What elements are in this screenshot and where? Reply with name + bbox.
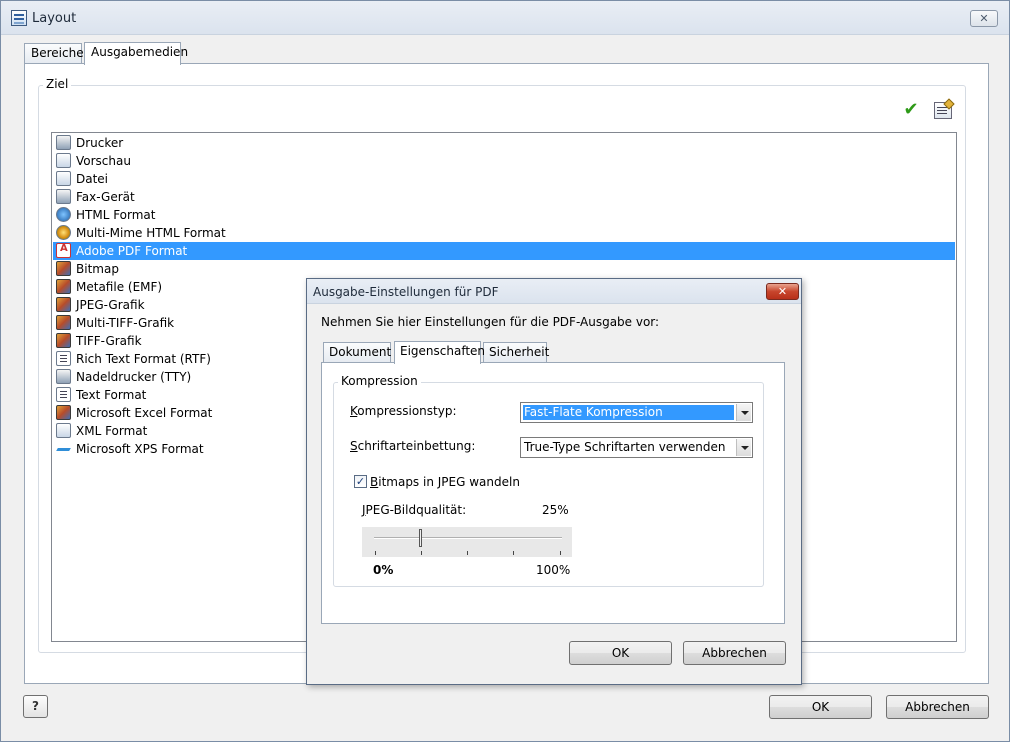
slider-tick — [513, 551, 514, 555]
checkmark-icon[interactable]: ✔ — [901, 100, 921, 120]
list-item-vorschau[interactable]: Vorschau — [53, 152, 955, 170]
list-item-label: XML Format — [76, 424, 148, 438]
bitmaps-jpeg-checkbox[interactable]: ✓ — [354, 475, 367, 488]
slider-max-label: 100% — [536, 563, 571, 577]
list-item-label: Vorschau — [76, 154, 131, 168]
pdf-icon — [56, 243, 71, 258]
slider-tick — [560, 551, 561, 555]
cancel-button[interactable]: Abbrechen — [886, 695, 989, 719]
list-item-label: Datei — [76, 172, 109, 186]
xml-icon — [56, 423, 71, 438]
dialog-cancel-button[interactable]: Abbrechen — [683, 641, 786, 665]
jpeg-quality-slider[interactable] — [362, 527, 572, 557]
layout-app-icon — [11, 10, 27, 26]
preview-icon — [56, 153, 71, 168]
dialog-description: Nehmen Sie hier Einstellungen für die PD… — [321, 315, 660, 329]
jpeg-quality-label: JPEG-Bildqualität: — [362, 503, 467, 517]
list-item-label: TIFF-Grafik — [76, 334, 142, 348]
window-close-button[interactable]: ✕ — [970, 10, 998, 27]
list-item-label: JPEG-Grafik — [76, 298, 145, 312]
list-item-label: Microsoft XPS Format — [76, 442, 204, 456]
list-item-label: Microsoft Excel Format — [76, 406, 213, 420]
dialog-titlebar: Ausgabe-Einstellungen für PDF ✕ — [307, 279, 801, 304]
slider-thumb[interactable] — [419, 529, 423, 547]
target-group-title: Ziel — [43, 77, 72, 91]
properties-icon[interactable] — [934, 102, 952, 119]
list-item-label: Metafile (EMF) — [76, 280, 163, 294]
list-item-multi-mime[interactable]: Multi-Mime HTML Format — [53, 224, 955, 242]
xps-icon — [56, 441, 71, 456]
dialog-ok-button[interactable]: OK — [569, 641, 672, 665]
list-item-label: Adobe PDF Format — [76, 244, 188, 258]
printer-icon — [56, 135, 71, 150]
tab-ausgabemedien[interactable]: Ausgabemedien — [84, 42, 188, 65]
list-item-label: Bitmap — [76, 262, 119, 276]
tiff-icon — [56, 333, 71, 348]
bitmap-icon — [56, 261, 71, 276]
list-item-label: Nadeldrucker (TTY) — [76, 370, 192, 384]
text-icon — [56, 387, 71, 402]
multi-tiff-icon — [56, 315, 71, 330]
compression-type-label: Kompressionstyp: — [350, 404, 457, 418]
chevron-down-icon[interactable] — [736, 404, 751, 421]
slider-track — [374, 537, 562, 539]
tab-dokument[interactable]: Dokument — [323, 342, 391, 363]
slider-tick — [421, 551, 422, 555]
font-embedding-select[interactable]: True-Type Schriftarten verwenden — [520, 437, 753, 458]
dialog-title: Ausgabe-Einstellungen für PDF — [313, 285, 499, 299]
html-icon — [56, 207, 71, 222]
list-item-label: Rich Text Format (RTF) — [76, 352, 211, 366]
font-embedding-label: Schriftarteinbettung: — [350, 439, 476, 453]
list-item-label: Multi-TIFF-Grafik — [76, 316, 175, 330]
compression-group-title: Kompression — [338, 374, 421, 388]
excel-icon — [56, 405, 71, 420]
compression-type-value: Fast-Flate Kompression — [523, 405, 734, 420]
mime-icon — [56, 225, 71, 240]
window-titlebar: Layout ✕ — [1, 1, 1009, 35]
slider-min-label: 0% — [373, 563, 394, 577]
metafile-icon — [56, 279, 71, 294]
list-item-bitmap[interactable]: Bitmap — [53, 260, 955, 278]
list-item-label: HTML Format — [76, 208, 156, 222]
list-item-label: Text Format — [76, 388, 147, 402]
jpeg-quality-value: 25% — [542, 503, 569, 517]
jpeg-icon — [56, 297, 71, 312]
dot-matrix-icon — [56, 369, 71, 384]
fax-icon — [56, 189, 71, 204]
list-item-drucker[interactable]: Drucker — [53, 134, 955, 152]
dialog-close-button[interactable]: ✕ — [766, 283, 799, 300]
list-item-adobe-pdf[interactable]: Adobe PDF Format — [53, 242, 955, 260]
list-item-label: Multi-Mime HTML Format — [76, 226, 226, 240]
tab-bereiche[interactable]: Bereiche — [24, 43, 84, 64]
bitmaps-jpeg-label[interactable]: Bitmaps in JPEG wandeln — [370, 475, 520, 489]
rtf-icon — [56, 351, 71, 366]
list-item-label: Fax-Gerät — [76, 190, 135, 204]
ok-button[interactable]: OK — [769, 695, 872, 719]
help-button[interactable]: ? — [23, 695, 48, 718]
slider-tick — [467, 551, 468, 555]
list-item-fax[interactable]: Fax-Gerät — [53, 188, 955, 206]
font-embedding-value: True-Type Schriftarten verwenden — [524, 440, 726, 454]
compression-type-select[interactable]: Fast-Flate Kompression — [520, 402, 753, 423]
window-title: Layout — [32, 11, 77, 26]
slider-tick — [375, 551, 376, 555]
list-item-html[interactable]: HTML Format — [53, 206, 955, 224]
list-item-datei[interactable]: Datei — [53, 170, 955, 188]
list-item-label: Drucker — [76, 136, 124, 150]
pdf-settings-dialog: Ausgabe-Einstellungen für PDF ✕ Nehmen S… — [306, 278, 802, 685]
chevron-down-icon[interactable] — [736, 439, 751, 456]
tab-sicherheit[interactable]: Sicherheit — [483, 342, 549, 363]
tab-eigenschaften[interactable]: Eigenschaften — [394, 341, 485, 364]
file-icon — [56, 171, 71, 186]
